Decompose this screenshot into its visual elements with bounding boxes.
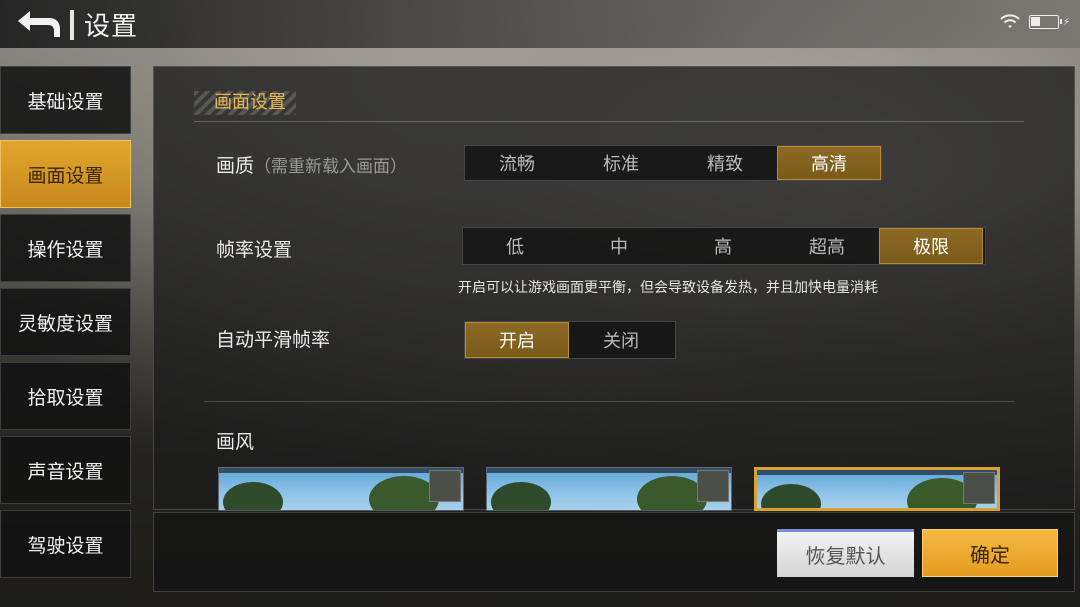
quality-option-hd[interactable]: 高清 [777, 146, 881, 180]
smooth-framerate-off[interactable]: 关闭 [569, 322, 673, 358]
sidebar-item-driving[interactable]: 驾驶设置 [0, 510, 131, 578]
section-header: 画面设置 [194, 89, 1024, 122]
framerate-label: 帧率设置 [216, 239, 293, 261]
framerate-option-low[interactable]: 低 [463, 228, 567, 264]
sidebar-item-controls[interactable]: 操作设置 [0, 214, 131, 282]
thumb-tree [761, 484, 821, 508]
reset-default-button[interactable]: 恢复默认 [777, 529, 914, 577]
quality-label: 画质 [216, 155, 255, 177]
quality-option-fine[interactable]: 精致 [673, 146, 777, 180]
page-title: 设置 [84, 12, 139, 42]
quality-note: （需重新载入画面） [254, 157, 408, 177]
thumb-tree [223, 482, 283, 510]
framerate-option-extreme[interactable]: 极限 [879, 228, 983, 264]
thumb-hud [757, 470, 997, 475]
style-thumbnail-1[interactable] [218, 467, 464, 511]
sidebar-item-graphics[interactable]: 画面设置 [0, 140, 131, 208]
quality-option-smooth[interactable]: 流畅 [465, 146, 569, 180]
section-title: 画面设置 [194, 91, 296, 115]
quality-selector: 流畅 标准 精致 高清 [464, 145, 882, 181]
section-divider [204, 401, 1014, 402]
framerate-option-high[interactable]: 高 [671, 228, 775, 264]
thumb-hud [487, 468, 731, 473]
confirm-button[interactable]: 确定 [922, 529, 1058, 577]
quality-option-standard[interactable]: 标准 [569, 146, 673, 180]
style-thumbnail-2[interactable] [486, 467, 732, 511]
thumb-hud [219, 468, 463, 473]
style-thumbnail-3[interactable] [754, 467, 1000, 511]
sidebar-item-audio[interactable]: 声音设置 [0, 436, 131, 504]
smooth-framerate-on[interactable]: 开启 [465, 322, 569, 358]
thumb-tree [491, 482, 551, 510]
framerate-option-medium[interactable]: 中 [567, 228, 671, 264]
charging-bolt-icon: ⚡ [1062, 16, 1070, 28]
battery-charging-icon [1028, 15, 1062, 29]
thumb-minimap [697, 470, 729, 502]
status-icons: ⚡ [999, 14, 1070, 30]
sidebar-item-basic[interactable]: 基础设置 [0, 66, 131, 134]
smooth-framerate-label: 自动平滑帧率 [216, 329, 331, 351]
top-bar: 设置 ⚡ [0, 0, 1080, 48]
sidebar-item-pickup[interactable]: 拾取设置 [0, 362, 131, 430]
framerate-option-ultra[interactable]: 超高 [775, 228, 879, 264]
back-arrow-icon [18, 11, 60, 37]
sidebar-item-sensitivity[interactable]: 灵敏度设置 [0, 288, 131, 356]
bottom-action-bar: 恢复默认 确定 [153, 512, 1075, 592]
framerate-hint: 开启可以让游戏画面更平衡，但会导致设备发热，并且加快电量消耗 [458, 280, 878, 296]
thumb-minimap [963, 472, 995, 504]
framerate-selector: 低 中 高 超高 极限 [462, 227, 986, 265]
thumb-minimap [429, 470, 461, 502]
title-separator [70, 10, 74, 40]
back-button[interactable] [10, 4, 66, 44]
style-label: 画风 [216, 431, 255, 453]
smooth-framerate-toggle: 开启 关闭 [464, 321, 676, 359]
quality-label-row: 画质（需重新载入画面） [216, 151, 407, 178]
graphics-settings-panel: 画面设置 画质（需重新载入画面） 流畅 标准 精致 高清 帧率设置 低 中 高 … [153, 66, 1075, 511]
wifi-icon [1000, 14, 1020, 28]
